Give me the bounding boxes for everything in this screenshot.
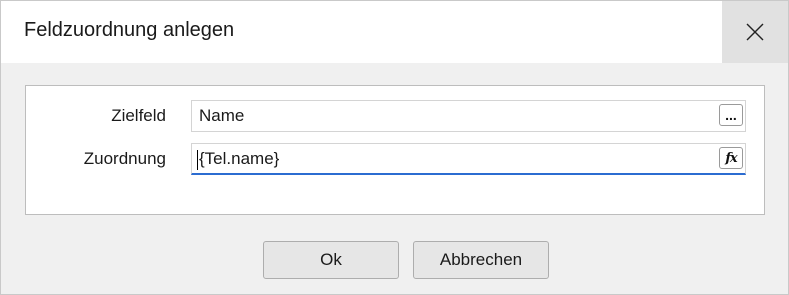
zielfeld-browse-button[interactable]: ...	[719, 104, 743, 126]
zuordnung-field[interactable]: {Tel.name} fx	[191, 143, 746, 175]
form-panel: Zielfeld Name ... Zuordnung {Tel.name} f…	[25, 85, 765, 215]
dialog-window: Feldzuordnung anlegen Zielfeld Name ... …	[0, 0, 789, 295]
zuordnung-value: {Tel.name}	[199, 149, 280, 168]
ellipsis-icon: ...	[725, 107, 737, 123]
text-caret	[197, 150, 198, 170]
function-icon: fx	[725, 150, 737, 166]
cancel-button[interactable]: Abbrechen	[413, 241, 549, 279]
zuordnung-label: Zuordnung	[83, 149, 166, 168]
dialog-title: Feldzuordnung anlegen	[24, 19, 235, 41]
ok-button[interactable]: Ok	[263, 241, 399, 279]
close-icon	[746, 23, 764, 41]
zielfeld-label: Zielfeld	[111, 106, 166, 125]
function-button[interactable]: fx	[719, 147, 743, 169]
zielfeld-field[interactable]: Name ...	[191, 100, 746, 132]
title-bar: Feldzuordnung anlegen	[1, 1, 788, 63]
zielfeld-value: Name	[199, 106, 245, 125]
close-button[interactable]	[722, 1, 788, 63]
